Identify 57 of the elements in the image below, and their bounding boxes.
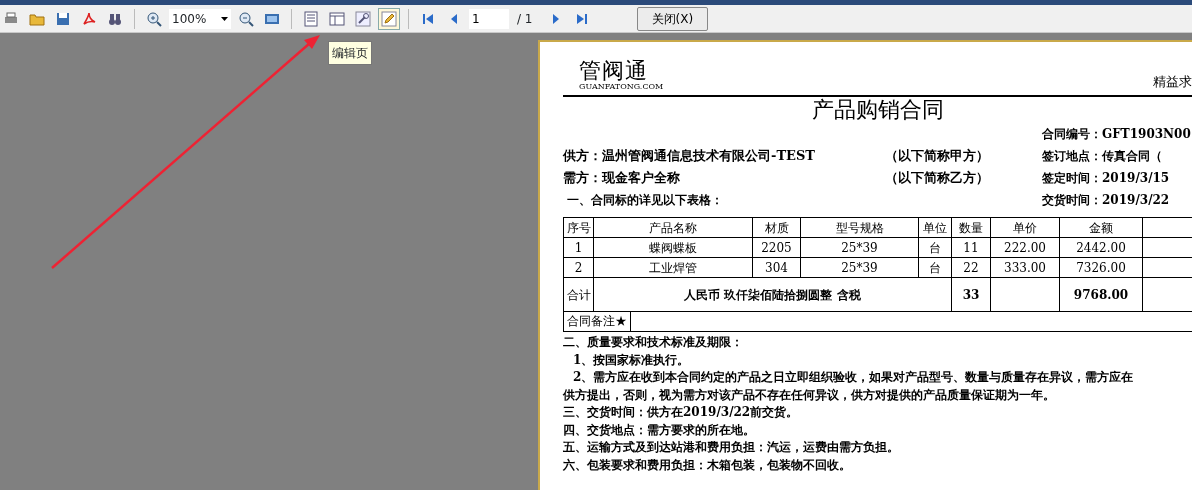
party-text: 需方：现金客户全称: [563, 169, 681, 187]
close-button[interactable]: 关闭(X): [636, 6, 709, 31]
page-input[interactable]: 1: [469, 8, 509, 29]
logo-subtitle: GUANFATONG.COM: [579, 82, 664, 91]
table-cell: 25*39: [800, 237, 919, 258]
column-header: 型号规格: [800, 217, 919, 238]
table-cell: 合同备注★: [564, 312, 631, 331]
edit-page-icon[interactable]: [378, 7, 400, 30]
column-header: 数量: [951, 217, 991, 238]
table-cell: 22: [951, 257, 991, 278]
table-cell: 台: [918, 237, 952, 258]
table-cell: 222.00: [990, 237, 1060, 258]
column-header: 产品名称: [593, 217, 753, 238]
contract-number: 合同编号：GFT1903N00: [1042, 126, 1192, 143]
table-cell: 工业焊管: [593, 257, 753, 278]
column-header: 单位: [918, 217, 952, 238]
table-cell: 蝶阀蝶板: [593, 237, 753, 258]
clause-text: 五、运输方式及到达站港和费用负担：汽运，运费由需方负担。: [563, 439, 900, 456]
table-cell: 2205: [752, 237, 801, 258]
table-cell: 2: [563, 257, 594, 278]
column-header: 材质: [752, 217, 801, 238]
table-cell: 1: [563, 237, 594, 258]
party-note: （以下简称乙方）: [885, 169, 990, 187]
contract-info: 签订地点：传真合同（: [1042, 148, 1163, 165]
document-title: 产品购销合同: [811, 97, 945, 123]
table-cell: 台: [918, 257, 952, 278]
column-header: 单价: [990, 217, 1060, 238]
party-note: （以下简称甲方）: [885, 147, 990, 165]
clause-text: 六、包装要求和费用负担：木箱包装，包装物不回收。: [563, 456, 852, 474]
table-cell: 7326.00: [1059, 257, 1143, 278]
table-cell: 333.00: [990, 257, 1060, 278]
table-cell: 人民币 玖仟柒佰陆拾捌圆整 含税: [593, 277, 952, 312]
clause-text: 1、按国家标准执行。: [572, 351, 691, 369]
logo-text: 管阀通: [579, 60, 649, 82]
column-header: 金额: [1059, 217, 1143, 238]
section-heading: 一、合同标的详见以下表格：: [566, 192, 724, 209]
table-cell: 25*39: [800, 257, 919, 278]
table-cell: 33: [951, 277, 991, 312]
column-header: 序号: [563, 217, 594, 238]
table-cell: 9768.00: [1059, 277, 1143, 312]
clause-text: 供方提出，否则，视为需方对该产品不存在任何异议，供方对提供的产品质量保证期为一年。: [563, 386, 1056, 404]
contract-info: 签定时间：2019/3/15: [1042, 170, 1171, 187]
party-text: 供方：温州管阀通信息技术有限公司-TEST: [563, 147, 817, 165]
table-cell: 11: [951, 237, 991, 258]
clause-text: 三、交货时间：供方在2019/3/22前交货。: [563, 404, 800, 421]
table-cell: 2442.00: [1059, 237, 1143, 258]
zoom-select[interactable]: 100%: [169, 8, 231, 29]
clause-text: 2、需方应在收到本合同约定的产品之日立即组织验收，如果对产品型号、数量与质量存在异议，需方应在: [572, 369, 1135, 386]
tooltip: 编辑页: [328, 41, 372, 65]
clause-text: 四、交货地点：需方要求的所在地。: [563, 421, 756, 439]
page-total: / 1: [517, 10, 533, 28]
clause-text: 二、质量要求和技术标准及期限：: [563, 334, 744, 351]
table-cell: 合计: [563, 277, 594, 312]
slogan-text: 精益求: [1153, 72, 1192, 91]
table-cell: 304: [752, 257, 801, 278]
caret-icon: [221, 17, 228, 21]
contract-info: 交货时间：2019/3/22: [1042, 192, 1171, 209]
